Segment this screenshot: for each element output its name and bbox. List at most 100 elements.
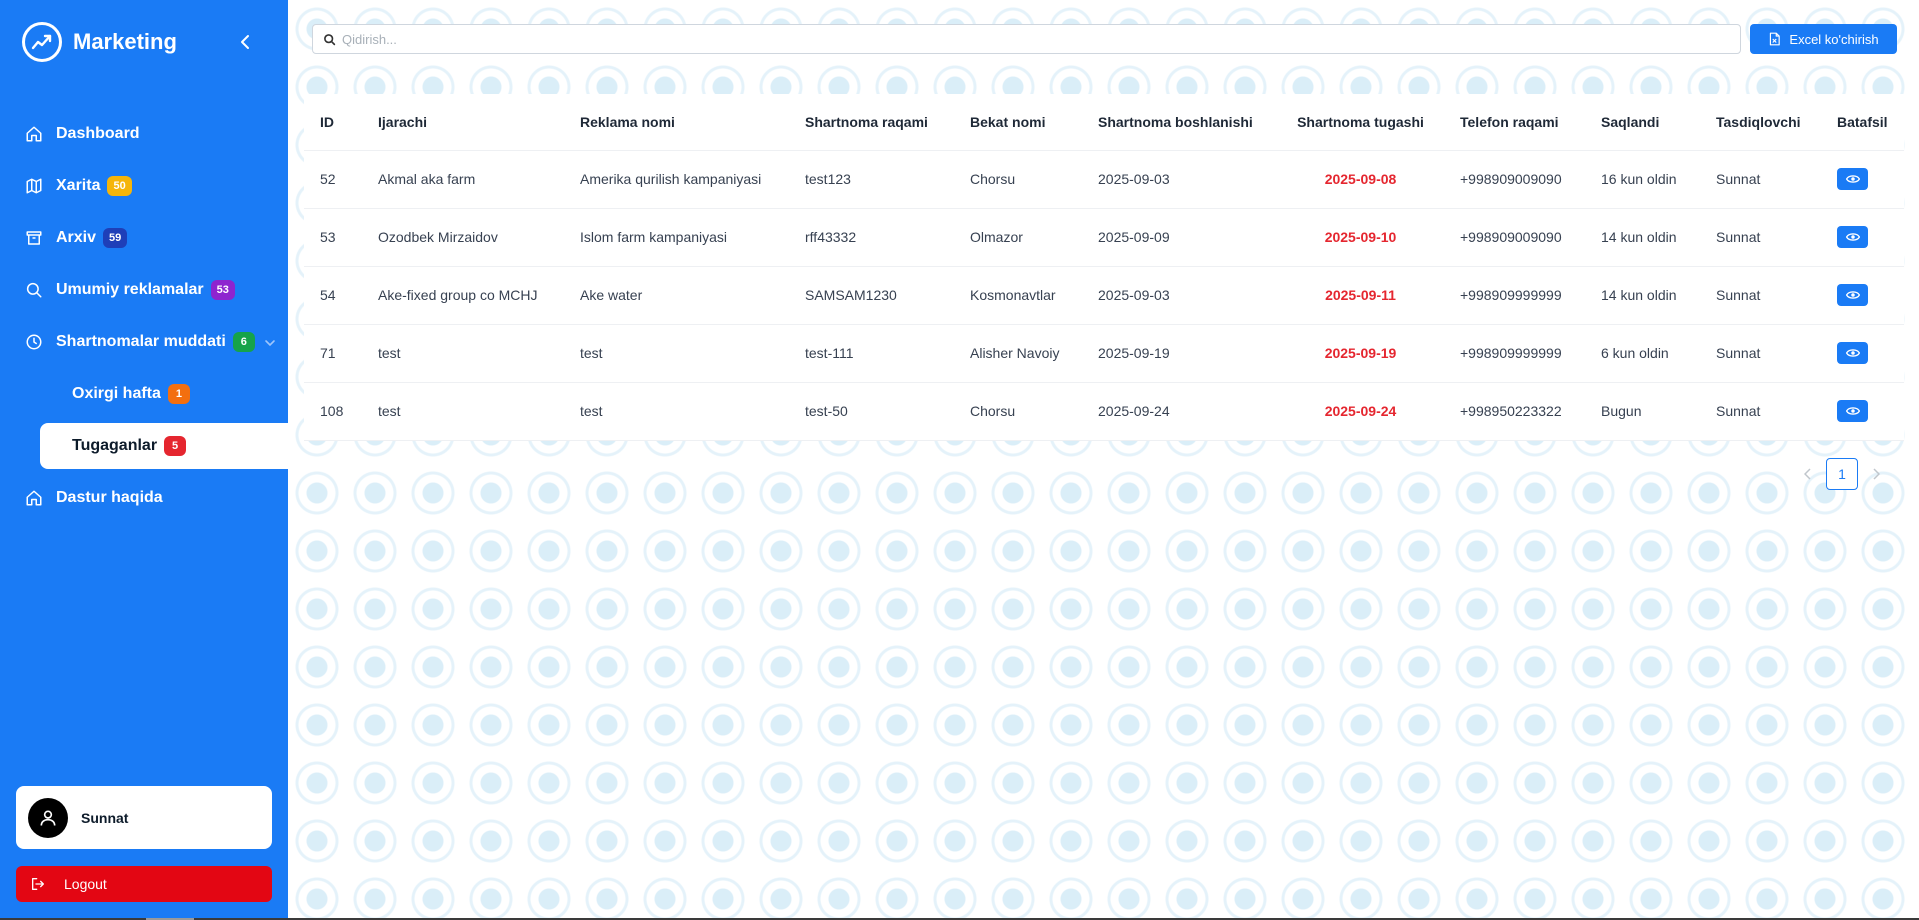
search-input[interactable]: [342, 31, 1722, 47]
cell-approver: Sunnat: [1700, 150, 1821, 209]
column-header[interactable]: Batafsil: [1821, 94, 1904, 151]
column-header[interactable]: Ijarachi: [362, 94, 564, 151]
count-badge: 5: [164, 436, 187, 456]
cell-id: 52: [304, 150, 362, 209]
column-header[interactable]: Shartnoma boshlanishi: [1082, 94, 1277, 151]
pagination: 1: [1796, 458, 1888, 490]
cell-details: [1821, 208, 1904, 267]
cell-start-date: 2025-09-19: [1082, 324, 1277, 383]
main-content: Excel ko'chirish ID Ijarachi Reklama nom…: [288, 0, 1919, 918]
eye-icon: [1845, 407, 1860, 415]
cell-saved: 16 kun oldin: [1585, 150, 1700, 209]
cell-saved: 14 kun oldin: [1585, 208, 1700, 267]
avatar: [28, 797, 68, 838]
cell-reklama-nomi: Amerika qurilish kampaniyasi: [564, 150, 789, 209]
cell-start-date: 2025-09-03: [1082, 150, 1277, 209]
next-page-button[interactable]: [1864, 458, 1888, 490]
view-details-button[interactable]: [1837, 400, 1868, 422]
column-header[interactable]: Saqlandi: [1585, 94, 1700, 151]
brand[interactable]: Marketing: [22, 22, 177, 62]
cell-start-date: 2025-09-24: [1082, 382, 1277, 441]
table-row: 52 Akmal aka farm Amerika qurilish kampa…: [304, 150, 1904, 209]
collapse-sidebar-button[interactable]: [234, 30, 256, 54]
cell-shartnoma-raqami: test-111: [789, 324, 954, 383]
eye-icon: [1845, 175, 1860, 183]
search-icon: [324, 33, 336, 45]
archive-icon: [24, 228, 44, 248]
column-header[interactable]: Tasdiqlovchi: [1700, 94, 1821, 151]
user-icon: [40, 810, 56, 826]
cell-shartnoma-raqami: rff43332: [789, 208, 954, 267]
cell-reklama-nomi: Islom farm kampaniyasi: [564, 208, 789, 267]
view-details-button[interactable]: [1837, 342, 1868, 364]
sidebar-item-oxirgi-hafta[interactable]: Oxirgi hafta 1: [0, 368, 288, 420]
eye-icon: [1845, 349, 1860, 357]
prev-page-button[interactable]: [1796, 458, 1820, 490]
excel-export-button[interactable]: Excel ko'chirish: [1750, 24, 1897, 54]
table-row: 54 Ake-fixed group co MCHJ Ake water SAM…: [304, 266, 1904, 325]
chevron-left-icon: [1804, 468, 1811, 480]
column-header[interactable]: Shartnoma tugashi: [1277, 94, 1444, 151]
map-icon: [24, 176, 44, 196]
sidebar-item-tugaganlar[interactable]: Tugaganlar 5: [40, 423, 288, 469]
view-details-button[interactable]: [1837, 168, 1868, 190]
count-badge: 6: [232, 332, 255, 352]
sidebar-item-dashboard[interactable]: Dashboard: [0, 108, 288, 160]
cell-phone: +998909999999: [1444, 266, 1585, 325]
sidebar-item-label: Oxirgi hafta: [72, 385, 161, 402]
sidebar-item-xarita[interactable]: Xarita 50: [0, 160, 288, 212]
logout-label: Logout: [64, 876, 107, 892]
cell-bekat-nomi: Kosmonavtlar: [954, 266, 1082, 325]
cell-saved: Bugun: [1585, 382, 1700, 441]
cell-id: 54: [304, 266, 362, 325]
cell-saved: 6 kun oldin: [1585, 324, 1700, 383]
logout-icon: [31, 878, 44, 890]
cell-details: [1821, 382, 1904, 441]
count-badge: 53: [210, 280, 235, 300]
cell-start-date: 2025-09-09: [1082, 208, 1277, 267]
sidebar-item-arxiv[interactable]: Arxiv 59: [0, 212, 288, 264]
count-badge: 1: [167, 384, 190, 404]
search-icon: [24, 280, 44, 300]
logout-button[interactable]: Logout: [16, 866, 272, 902]
cell-details: [1821, 324, 1904, 383]
page-number-button[interactable]: 1: [1826, 458, 1858, 490]
chevron-left-icon: [241, 35, 249, 49]
cell-bekat-nomi: Alisher Navoiy: [954, 324, 1082, 383]
cell-phone: +998950223322: [1444, 382, 1585, 441]
cell-shartnoma-raqami: SAMSAM1230: [789, 266, 954, 325]
cell-end-date: 2025-09-24: [1277, 382, 1444, 441]
count-badge: 59: [103, 228, 128, 248]
column-header[interactable]: Telefon raqami: [1444, 94, 1585, 151]
sidebar-item-umumiy-reklamalar[interactable]: Umumiy reklamalar 53: [0, 264, 288, 316]
column-header[interactable]: Reklama nomi: [564, 94, 789, 151]
cell-ijarachi: Ake-fixed group co MCHJ: [362, 266, 564, 325]
cell-reklama-nomi: test: [564, 382, 789, 441]
table-row: 108 test test test-50 Chorsu 2025-09-24 …: [304, 382, 1904, 441]
file-excel-icon: [1770, 32, 1781, 46]
cell-approver: Sunnat: [1700, 208, 1821, 267]
column-header[interactable]: Shartnoma raqami: [789, 94, 954, 151]
eye-icon: [1845, 291, 1860, 299]
view-details-button[interactable]: [1837, 226, 1868, 248]
table-row: 53 Ozodbek Mirzaidov Islom farm kampaniy…: [304, 208, 1904, 267]
column-header[interactable]: Bekat nomi: [954, 94, 1082, 151]
cell-id: 53: [304, 208, 362, 267]
cell-bekat-nomi: Chorsu: [954, 150, 1082, 209]
sidebar-item-label: Arxiv: [56, 229, 97, 246]
sidebar: Marketing Dashboard Xarita 50 Arxiv 59 U…: [0, 0, 288, 918]
view-details-button[interactable]: [1837, 284, 1868, 306]
cell-approver: Sunnat: [1700, 324, 1821, 383]
search-box[interactable]: [312, 24, 1741, 54]
cell-shartnoma-raqami: test123: [789, 150, 954, 209]
cell-reklama-nomi: Ake water: [564, 266, 789, 325]
sidebar-item-dastur-haqida[interactable]: Dastur haqida: [0, 472, 288, 524]
user-card[interactable]: Sunnat: [16, 786, 272, 849]
cell-ijarachi: Ozodbek Mirzaidov: [362, 208, 564, 267]
cell-end-date: 2025-09-10: [1277, 208, 1444, 267]
column-header[interactable]: ID: [304, 94, 362, 151]
cell-phone: +998909999999: [1444, 324, 1585, 383]
clock-icon: [24, 332, 44, 352]
sidebar-item-shartnomalar-muddati[interactable]: Shartnomalar muddati 6: [0, 316, 288, 368]
cell-details: [1821, 266, 1904, 325]
